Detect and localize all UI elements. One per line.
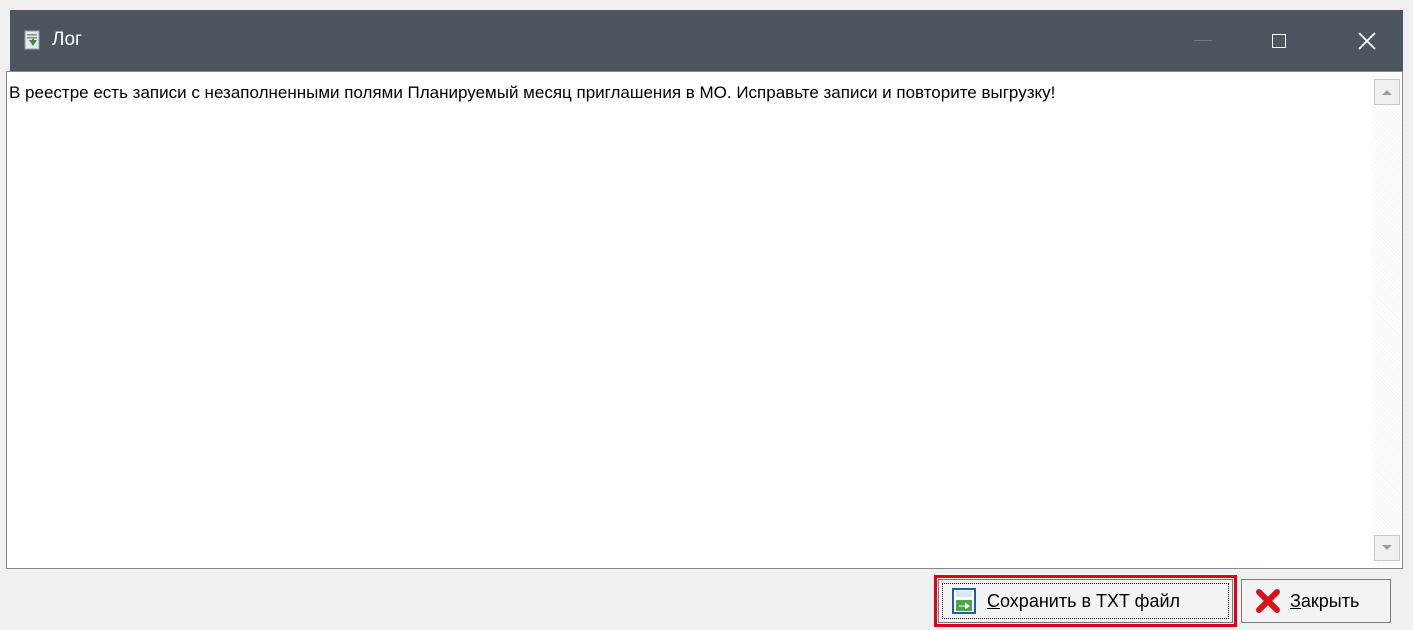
minimize-icon (1194, 40, 1212, 41)
button-bar: Сохранить в TXT файл Закрыть (6, 569, 1403, 630)
log-window: Лог В реестре есть записи с незаполненны… (0, 0, 1413, 630)
vertical-scrollbar[interactable] (1371, 73, 1401, 567)
maximize-icon (1272, 33, 1286, 48)
maximize-button[interactable] (1248, 10, 1310, 71)
title-bar[interactable]: Лог (10, 10, 1403, 71)
scroll-up-button[interactable] (1374, 79, 1400, 105)
scroll-down-arrow-icon (1382, 545, 1392, 550)
close-window-button[interactable] (1336, 10, 1398, 71)
save-txt-button[interactable]: Сохранить в TXT файл (934, 575, 1237, 627)
close-icon (1358, 31, 1376, 50)
red-x-icon (1256, 589, 1280, 613)
scroll-up-arrow-icon (1382, 90, 1392, 95)
window-title: Лог (52, 29, 82, 50)
save-txt-label: Сохранить в TXT файл (987, 590, 1181, 611)
scroll-down-button[interactable] (1374, 535, 1400, 561)
log-textarea[interactable]: В реестре есть записи с незаполненными п… (6, 71, 1403, 569)
close-button[interactable]: Закрыть (1241, 579, 1391, 623)
minimize-button[interactable] (1172, 10, 1234, 71)
log-document-icon (24, 30, 40, 50)
log-message: В реестре есть записи с незаполненными п… (9, 83, 1056, 102)
close-label: Закрыть (1290, 590, 1360, 611)
